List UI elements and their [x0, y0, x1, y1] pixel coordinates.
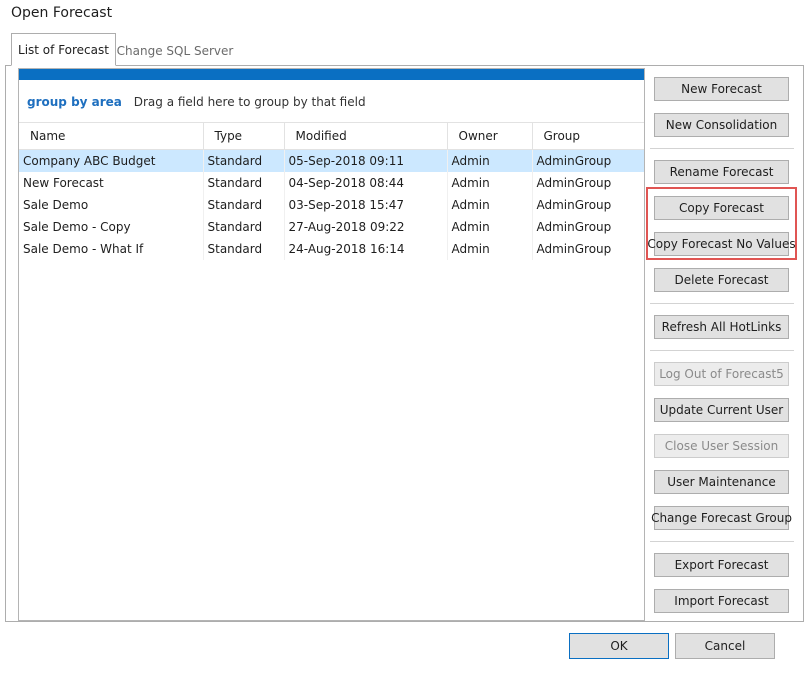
cell-modified: 24-Aug-2018 16:14: [284, 237, 448, 260]
cell-group: AdminGroup: [536, 197, 612, 212]
cell-type: Standard: [203, 237, 285, 260]
cell-type: Standard: [203, 215, 285, 238]
cell-modified: 05-Sep-2018 09:11: [284, 149, 448, 172]
button-separator: [650, 148, 794, 149]
cell-owner: Admin: [447, 149, 533, 172]
new-consolidation-button[interactable]: New Consolidation: [654, 113, 789, 137]
cell-name: Sale Demo: [19, 193, 204, 216]
column-header-name[interactable]: Name: [19, 122, 204, 150]
log-out-button[interactable]: Log Out of Forecast5: [654, 362, 789, 386]
cell-modified: 27-Aug-2018 09:22: [284, 215, 448, 238]
cell-modified: 04-Sep-2018 08:44: [284, 171, 448, 194]
column-header-modified[interactable]: Modified: [284, 122, 448, 150]
change-forecast-group-button[interactable]: Change Forecast Group: [651, 506, 792, 530]
user-maintenance-button[interactable]: User Maintenance: [654, 470, 789, 494]
table-header-row: Name Type Modified Owner Group: [19, 122, 644, 150]
new-forecast-button[interactable]: New Forecast: [654, 77, 789, 101]
refresh-all-hotlinks-button[interactable]: Refresh All HotLinks: [654, 315, 789, 339]
copy-forecast-button[interactable]: Copy Forecast: [654, 196, 789, 220]
group-panel[interactable]: group by area Drag a field here to group…: [27, 95, 366, 109]
update-current-user-button[interactable]: Update Current User: [654, 398, 789, 422]
delete-forecast-button[interactable]: Delete Forecast: [654, 268, 789, 292]
ok-button[interactable]: OK: [569, 633, 669, 659]
forecast-table: Name Type Modified Owner Group Company A…: [19, 122, 644, 260]
cell-group: AdminGroup: [536, 241, 612, 256]
export-forecast-button[interactable]: Export Forecast: [654, 553, 789, 577]
cancel-button[interactable]: Cancel: [675, 633, 775, 659]
cell-modified: 03-Sep-2018 15:47: [284, 193, 448, 216]
cell-group: AdminGroup: [536, 175, 612, 190]
cell-name: New Forecast: [19, 171, 204, 194]
cell-owner: Admin: [447, 215, 533, 238]
dialog-title: Open Forecast: [11, 5, 113, 21]
table-row[interactable]: Company ABC Budget Standard 05-Sep-2018 …: [19, 149, 644, 172]
cell-type: Standard: [203, 149, 285, 172]
button-separator: [650, 350, 794, 351]
cell-name: Sale Demo - What If: [19, 237, 204, 260]
table-row[interactable]: Sale Demo - What If Standard 24-Aug-2018…: [19, 237, 644, 260]
table-row[interactable]: Sale Demo Standard 03-Sep-2018 15:47 Adm…: [19, 193, 644, 216]
cell-group: AdminGroup: [532, 149, 644, 172]
copy-forecast-no-values-button[interactable]: Copy Forecast No Values: [647, 232, 796, 256]
column-header-owner[interactable]: Owner: [447, 122, 533, 150]
cell-type: Standard: [203, 171, 285, 194]
rename-forecast-button[interactable]: Rename Forecast: [654, 160, 789, 184]
group-by-label: group by area: [27, 95, 122, 109]
table-row[interactable]: Sale Demo - Copy Standard 27-Aug-2018 09…: [19, 215, 644, 238]
column-header-type[interactable]: Type: [203, 122, 285, 150]
cell-owner: Admin: [447, 193, 533, 216]
close-user-session-button[interactable]: Close User Session: [654, 434, 789, 458]
import-forecast-button[interactable]: Import Forecast: [654, 589, 789, 613]
forecast-grid: group by area Drag a field here to group…: [18, 68, 645, 621]
cell-name: Company ABC Budget: [19, 149, 204, 172]
column-header-group[interactable]: Group: [532, 122, 644, 150]
button-separator: [650, 541, 794, 542]
cell-name: Sale Demo - Copy: [19, 215, 204, 238]
table-row[interactable]: New Forecast Standard 04-Sep-2018 08:44 …: [19, 171, 644, 194]
cell-group: AdminGroup: [536, 219, 612, 234]
tab-list-of-forecast[interactable]: List of Forecast: [11, 33, 116, 66]
grid-accent-bar: [19, 69, 644, 80]
cell-type: Standard: [203, 193, 285, 216]
tab-change-sql-server[interactable]: Change SQL Server: [116, 36, 234, 65]
cell-owner: Admin: [447, 237, 533, 260]
group-by-hint: Drag a field here to group by that field: [133, 95, 366, 109]
button-separator: [650, 303, 794, 304]
cell-owner: Admin: [447, 171, 533, 194]
